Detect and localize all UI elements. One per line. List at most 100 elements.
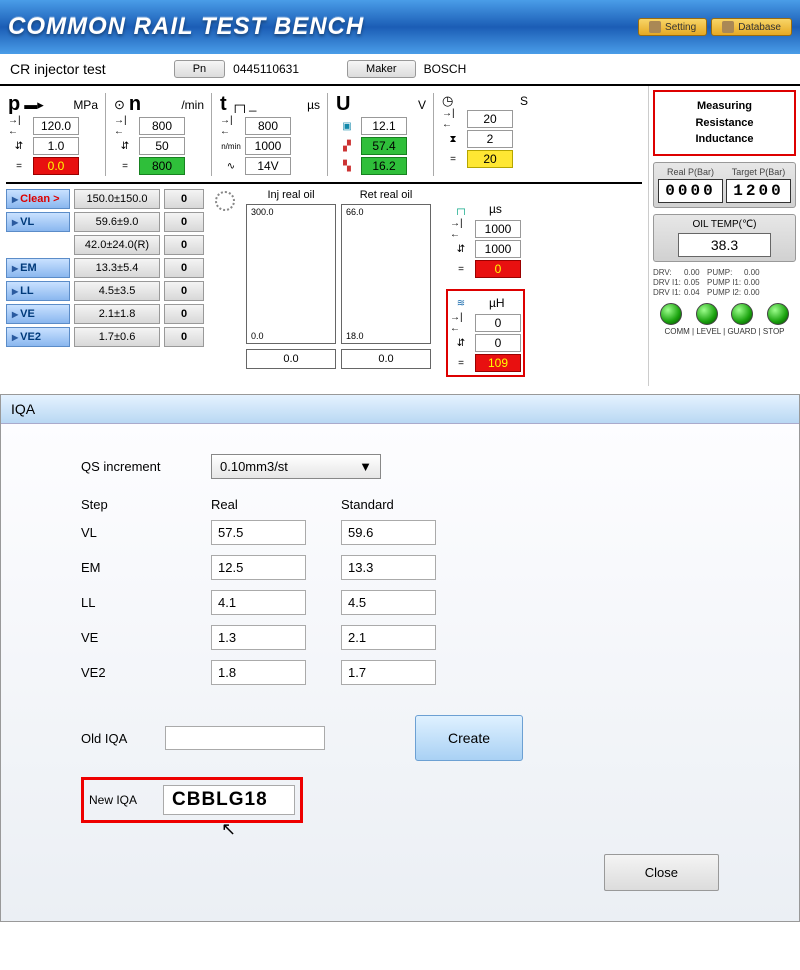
hourglass-icon: ⧗ [442,131,464,147]
pn-button[interactable]: Pn [174,60,225,78]
led-comm [660,303,682,325]
old-iqa-label: Old IQA [81,731,165,746]
u-r3: 16.2 [361,157,407,175]
iqa-std-input[interactable]: 4.5 [341,590,436,615]
gear-icon [649,21,661,33]
step-button [6,236,70,254]
step-range: 1.7±0.6 [74,327,160,347]
qs-increment-select[interactable]: 0.10mm3/st▼ [211,454,381,479]
equals-icon: = [450,355,472,371]
t-target[interactable]: 800 [245,117,291,135]
t-r3[interactable]: 14V [245,157,291,175]
step-count: 0 [164,258,204,278]
pulse-icon: ┌┐ [450,201,472,217]
param-row: p▬▸MPa →|←120.0 ⇵1.0 =0.0 ⊙n/min →|←800 … [6,90,642,184]
p-target[interactable]: 120.0 [33,117,79,135]
steps-list: Clean >150.0±150.00VL59.6±9.0042.0±24.0(… [6,189,204,377]
pressure-panel: Real P(Bar)0000 Target P(Bar)1200 [653,162,796,208]
sub-header: CR injector test Pn 0445110631 Maker BOS… [0,54,800,86]
create-button[interactable]: Create [415,715,523,761]
n-tol[interactable]: 50 [139,137,185,155]
boost-icon: ▞ [336,138,358,154]
s-r1[interactable]: 20 [467,110,513,128]
equals-icon: = [442,151,464,167]
step-row: VE2.1±1.80 [6,304,204,324]
old-iqa-input[interactable] [165,726,325,750]
u-r1: 12.1 [361,117,407,135]
step-range: 150.0±150.0 [74,189,160,209]
iqa-step-label: VL [81,525,211,540]
tolerance-icon: ⇵ [8,138,30,154]
iqa-step-label: EM [81,560,211,575]
arrow-in-icon: →|← [114,118,136,134]
tolerance-icon: ⇵ [450,335,472,351]
ret-oil-value: 0.0 [341,349,431,369]
step-button[interactable]: VE2 [6,327,70,347]
u-r2: 57.4 [361,137,407,155]
rpm-icon: ⊙ [114,97,125,113]
iqa-std-input[interactable]: 2.1 [341,625,436,650]
n-target[interactable]: 800 [139,117,185,135]
injector-icon: ▬▸ [24,97,44,113]
step-range: 59.6±9.0 [74,212,160,232]
step-range: 13.3±5.4 [74,258,160,278]
iqa-real-input[interactable]: 1.3 [211,625,306,650]
s-r2[interactable]: 2 [467,130,513,148]
iqa-dialog: IQA QS increment 0.10mm3/st▼ Step Real S… [0,394,800,922]
close-button[interactable]: Close [604,854,719,891]
iqa-data-row: VE21.81.7 [81,660,719,685]
iqa-real-input[interactable]: 4.1 [211,590,306,615]
new-iqa-value: CBBLG18 [163,785,295,815]
database-icon [722,21,734,33]
inj-oil-title: Inj real oil [246,189,336,201]
iqa-real-input[interactable]: 57.5 [211,520,306,545]
iqa-real-input[interactable]: 1.8 [211,660,306,685]
real-pressure: 0000 [658,179,723,203]
iqa-step-label: LL [81,595,211,610]
iqa-std-input[interactable]: 13.3 [341,555,436,580]
step-button[interactable]: EM [6,258,70,278]
s-r3: 20 [467,150,513,168]
step-button[interactable]: Clean > [6,189,70,209]
iqa-data-row: LL4.1 4.5 [81,590,719,615]
step-row: EM13.3±5.40 [6,258,204,278]
step-button[interactable]: VL [6,212,70,232]
iqa-title: IQA [1,395,799,424]
iqa-real-input[interactable]: 12.5 [211,555,306,580]
status-leds [653,303,796,325]
led-stop [767,303,789,325]
spinner-icon [215,191,235,211]
step-count: 0 [164,212,204,232]
setting-button[interactable]: Setting [638,18,707,36]
n-actual: 800 [139,157,185,175]
step-count: 0 [164,304,204,324]
t-r2[interactable]: 1000 [245,137,291,155]
iqa-std-input[interactable]: 1.7 [341,660,436,685]
step-button[interactable]: LL [6,281,70,301]
equals-icon: = [114,158,136,174]
tolerance-icon: ⇵ [114,138,136,154]
drive-stats: DRV:0.00PUMP:0.00 DRV I1:0.05PUMP I1:0.0… [653,268,796,297]
chevron-down-icon: ▼ [359,459,372,474]
tolerance-icon: ⇵ [450,241,472,257]
step-button[interactable]: VE [6,304,70,324]
led-guard [731,303,753,325]
step-row: 42.0±24.0(R)0 [6,235,204,255]
qs-increment-label: QS increment [81,459,211,474]
step-range: 42.0±24.0(R) [74,235,160,255]
maker-button[interactable]: Maker [347,60,416,78]
iqa-std-input[interactable]: 59.6 [341,520,436,545]
iqa-step-label: VE [81,630,211,645]
step-row: VL59.6±9.00 [6,212,204,232]
uh-block-highlight: ≋µH →|←0 ⇵0 =109 [446,289,525,377]
battery-icon: ▣ [336,118,358,134]
database-button[interactable]: Database [711,18,792,36]
p-actual: 0.0 [33,157,79,175]
p-tol[interactable]: 1.0 [33,137,79,155]
p-symbol: p [8,93,20,116]
nmin-icon: n/min [220,138,242,154]
ret-oil-title: Ret real oil [341,189,431,201]
inj-oil-value: 0.0 [246,349,336,369]
us-block: ┌┐µs →|←1000 ⇵1000 =0 [446,195,525,283]
arrow-in-icon: →|← [8,118,30,134]
